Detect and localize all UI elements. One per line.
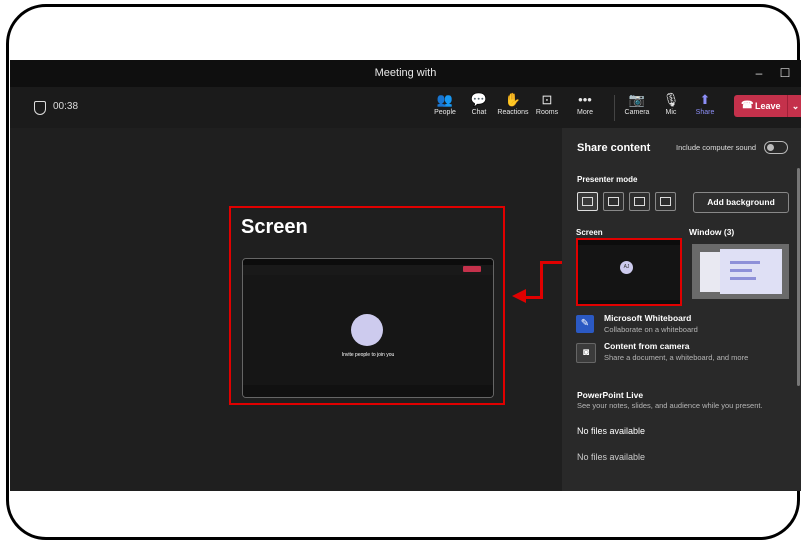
- presenter-mode-content-only-button[interactable]: [577, 192, 598, 211]
- arrow-segment: [524, 296, 543, 299]
- arrow-head-icon: [512, 289, 526, 303]
- side-by-side-icon: [634, 197, 645, 206]
- screen-section-label: Screen: [576, 228, 603, 237]
- share-label: Share: [695, 109, 715, 116]
- thumb-titlebar: [578, 240, 680, 245]
- powerpoint-live-title: PowerPoint Live: [577, 390, 644, 400]
- leave-label: Leave: [755, 101, 781, 111]
- people-icon: 👥: [436, 92, 454, 107]
- people-label: People: [434, 109, 456, 116]
- preview-taskbar: [243, 385, 493, 397]
- content-from-camera-option[interactable]: ◙ Content from camera Share a document, …: [576, 341, 791, 367]
- chat-button[interactable]: 💬 Chat: [463, 91, 495, 116]
- shield-icon: [34, 101, 46, 115]
- chat-icon: 💬: [470, 92, 488, 107]
- window-section-label: Window (3): [689, 227, 735, 237]
- reactions-button[interactable]: ✋ Reactions: [497, 91, 529, 116]
- leave-button[interactable]: ☎ Leave ⌄: [734, 95, 801, 117]
- presenter-mode-standout-button[interactable]: [603, 192, 624, 211]
- mic-icon: 🎙: [662, 92, 680, 107]
- toolbar-divider: [614, 95, 615, 121]
- preview-title: Screen: [241, 216, 308, 238]
- toggle-knob: [767, 144, 774, 151]
- camera-content-icon: ◙: [576, 343, 596, 363]
- camera-content-desc: Share a document, a whiteboard, and more: [604, 353, 749, 362]
- window-thumbnail[interactable]: [692, 244, 789, 299]
- rooms-icon: ⊡: [541, 92, 553, 107]
- standout-icon: [608, 197, 619, 206]
- thumb-taskbar: [578, 300, 680, 304]
- meeting-timer: 00:38: [53, 101, 79, 112]
- camera-content-title: Content from camera: [604, 341, 690, 351]
- powerpoint-live-desc: See your notes, slides, and audience whi…: [577, 401, 763, 410]
- screen-share-preview: Screen Invite people to join you: [229, 206, 505, 405]
- camera-button[interactable]: 📷 Camera: [621, 91, 653, 116]
- share-icon: ⬆: [699, 92, 711, 107]
- rooms-label: Rooms: [535, 109, 559, 116]
- panel-title: Share content: [577, 142, 651, 154]
- include-sound-label: Include computer sound: [676, 143, 757, 152]
- presenter-mode-label: Presenter mode: [577, 175, 638, 184]
- camera-label: Camera: [624, 109, 650, 116]
- people-button[interactable]: 👥 People: [429, 91, 461, 116]
- reactions-icon: ✋: [504, 92, 522, 107]
- rooms-button[interactable]: ⊡ Rooms: [531, 91, 563, 116]
- maximize-button[interactable]: ☐: [774, 63, 796, 83]
- mic-label: Mic: [665, 109, 677, 116]
- teams-meeting-window: Meeting with – ☐ 00:38 👥 People 💬 Chat ✋…: [10, 60, 801, 491]
- no-files-text-cut: No files available: [577, 452, 646, 462]
- thumb-avatar: AJ: [620, 261, 633, 274]
- mic-button[interactable]: 🎙 Mic: [655, 91, 687, 116]
- add-background-button[interactable]: Add background: [693, 192, 789, 213]
- panel-scrollbar[interactable]: [797, 168, 800, 386]
- no-files-text: No files available: [577, 426, 646, 436]
- camera-off-icon: 📷: [628, 92, 646, 107]
- reactions-label: Reactions: [497, 109, 529, 116]
- whiteboard-title: Microsoft Whiteboard: [604, 313, 692, 323]
- screen-thumbnail[interactable]: AJ: [576, 238, 682, 306]
- preview-toolbar: [243, 265, 493, 275]
- window-title: Meeting with: [374, 67, 437, 79]
- preview-leave-button: [463, 266, 481, 272]
- chat-label: Chat: [471, 109, 487, 116]
- share-button[interactable]: ⬆ Share: [689, 91, 721, 116]
- leave-dropdown-chevron-icon[interactable]: ⌄: [787, 95, 801, 117]
- presenter-mode-side-by-side-button[interactable]: [629, 192, 650, 211]
- share-content-panel: Share content Include computer sound Pre…: [562, 128, 801, 491]
- include-sound-toggle[interactable]: [764, 141, 788, 154]
- preview-invite-text: Invite people to join you: [341, 352, 395, 358]
- window-thumb-front: [720, 249, 782, 294]
- presenter-mode-reporter-button[interactable]: [655, 192, 676, 211]
- preview-avatar: [351, 314, 383, 346]
- more-button[interactable]: ••• More: [569, 91, 601, 116]
- meeting-toolbar: 00:38 👥 People 💬 Chat ✋ Reactions ⊡ Room…: [10, 87, 801, 128]
- minimize-button[interactable]: –: [748, 63, 770, 83]
- whiteboard-icon: ✎: [576, 315, 594, 333]
- reporter-icon: [660, 197, 671, 206]
- window-thumb-line: [730, 277, 756, 280]
- more-label: More: [577, 109, 593, 116]
- preview-screenshot: Invite people to join you: [242, 258, 494, 398]
- whiteboard-desc: Collaborate on a whiteboard: [604, 325, 698, 334]
- content-only-icon: [582, 197, 593, 206]
- phone-hangup-icon: ☎: [741, 100, 754, 111]
- window-thumb-line: [730, 261, 760, 264]
- arrow-segment: [540, 261, 543, 298]
- window-thumb-line: [730, 269, 752, 272]
- whiteboard-option[interactable]: ✎ Microsoft Whiteboard Collaborate on a …: [576, 313, 791, 339]
- more-icon: •••: [578, 92, 592, 107]
- title-bar: Meeting with – ☐: [10, 60, 801, 87]
